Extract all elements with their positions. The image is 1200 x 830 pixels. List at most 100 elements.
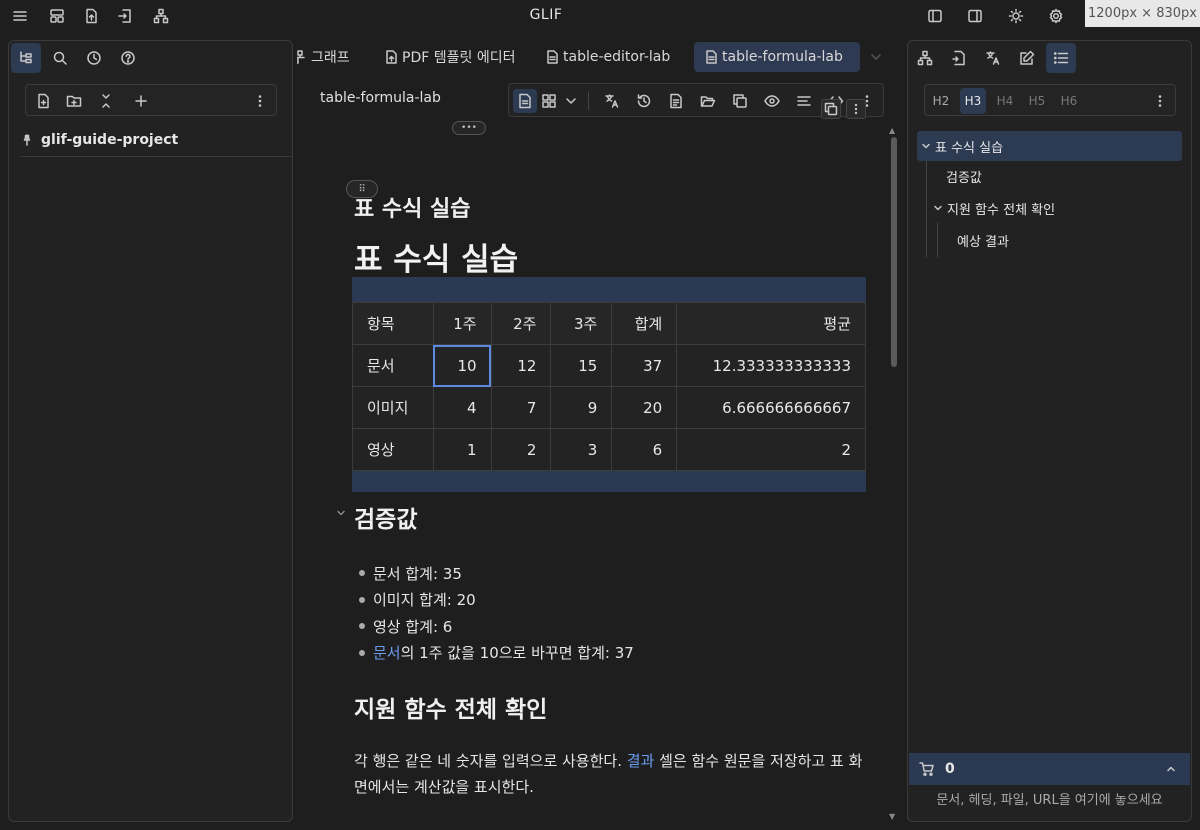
- cart-bar[interactable]: 0: [909, 753, 1190, 785]
- table-cell[interactable]: 이미지: [352, 386, 434, 429]
- outline-item-verify[interactable]: 검증값: [946, 162, 982, 190]
- scroll-down-arrow[interactable]: ▼: [889, 812, 895, 821]
- tab-graph[interactable]: 그래프: [297, 42, 360, 72]
- tab-label: table-editor-lab: [563, 49, 671, 65]
- table-header-cell[interactable]: 합계: [611, 302, 678, 345]
- list-item: 영상 합계: 6: [359, 613, 634, 640]
- table-cell[interactable]: 2: [490, 428, 552, 471]
- cart-count: 0: [945, 761, 955, 777]
- copy-block-icon[interactable]: [821, 99, 841, 119]
- table-cell[interactable]: 4: [432, 386, 492, 429]
- table-cell[interactable]: 6.666666666667: [676, 386, 866, 429]
- tab-pdf-template-editor[interactable]: PDF 템플릿 에디터: [374, 42, 525, 72]
- settings-icon[interactable]: [1046, 6, 1066, 26]
- table-header-cell[interactable]: 3주: [550, 302, 613, 345]
- block-drag-handle[interactable]: ⠿: [346, 180, 378, 198]
- file-tree-icon[interactable]: [11, 43, 41, 73]
- right-panel: H2 H3 H4 H5 H6 표 수식 실습 검증값 지원 함수 전체 확인 예…: [907, 40, 1192, 822]
- heading-level-h2[interactable]: H2: [928, 88, 954, 114]
- table-cell[interactable]: 20: [611, 386, 678, 429]
- heading-level-h4[interactable]: H4: [992, 88, 1018, 114]
- table-cell[interactable]: 7: [490, 386, 552, 429]
- more-icon[interactable]: [249, 90, 271, 112]
- translate-icon[interactable]: [600, 89, 624, 113]
- collapse-icon[interactable]: [95, 90, 117, 112]
- table-cell[interactable]: 영상: [352, 428, 434, 471]
- translate-icon[interactable]: [978, 43, 1008, 73]
- new-file-icon[interactable]: [32, 90, 54, 112]
- table-row: 이미지 4 7 9 20 6.666666666667: [352, 386, 866, 429]
- tab-table-editor-lab[interactable]: table-editor-lab: [535, 42, 680, 72]
- table-cell[interactable]: 2: [676, 428, 866, 471]
- drop-zone-hint[interactable]: 문서, 헤딩, 파일, URL을 여기에 놓으세요: [908, 789, 1191, 808]
- heading-level-h6[interactable]: H6: [1056, 88, 1082, 114]
- editor-scrollbar[interactable]: [891, 137, 897, 367]
- tab-label: 그래프: [311, 50, 350, 66]
- table-cell[interactable]: 15: [550, 344, 613, 387]
- paragraph: 각 행은 같은 네 숫자를 입력으로 사용한다. 결과 셀은 함수 원문을 저장…: [354, 748, 864, 800]
- heading-verify: 검증값: [354, 507, 418, 533]
- fold-chevron-icon[interactable]: [336, 508, 346, 518]
- table-header-cell[interactable]: 항목: [352, 302, 434, 345]
- history-icon[interactable]: [632, 89, 656, 113]
- grid-view-icon[interactable]: [537, 89, 561, 113]
- table-row: 문서 10 12 15 37 12.333333333333: [352, 344, 866, 387]
- outline-item-functions[interactable]: 지원 함수 전체 확인: [933, 194, 1055, 222]
- table-cell[interactable]: 3: [550, 428, 613, 471]
- preview-eye-icon[interactable]: [760, 89, 784, 113]
- copy-icon[interactable]: [728, 89, 752, 113]
- tab-overflow-chevron-icon[interactable]: [860, 42, 892, 72]
- heading-level-h5[interactable]: H5: [1024, 88, 1050, 114]
- table-cell[interactable]: 1: [432, 428, 492, 471]
- table-header-cell[interactable]: 평균: [676, 302, 866, 345]
- block-more-icon[interactable]: [846, 99, 866, 119]
- backlink-icon[interactable]: [944, 43, 974, 73]
- edit-icon[interactable]: [1012, 43, 1042, 73]
- outline-list-icon[interactable]: [1046, 43, 1076, 73]
- scroll-up-arrow[interactable]: ▲: [889, 126, 895, 135]
- document-view-icon[interactable]: [513, 89, 537, 113]
- project-root[interactable]: glif-guide-project: [21, 129, 293, 157]
- graph-icon[interactable]: [910, 43, 940, 73]
- right-sidebar-icon[interactable]: [965, 6, 985, 26]
- outline-label: 지원 함수 전체 확인: [947, 202, 1056, 218]
- align-icon[interactable]: [792, 89, 816, 113]
- table-cell-selected[interactable]: 10: [432, 344, 492, 387]
- help-icon[interactable]: [113, 43, 143, 73]
- pin-icon: [23, 133, 31, 146]
- view-chevron-down-icon[interactable]: [559, 89, 583, 113]
- paragraph-text: 각 행은 같은 네 숫자를 입력으로 사용한다.: [354, 752, 627, 770]
- table-cell[interactable]: 12.333333333333: [676, 344, 866, 387]
- table-cell[interactable]: 37: [611, 344, 678, 387]
- document-icon: [547, 50, 558, 64]
- table-cell[interactable]: 12: [490, 344, 552, 387]
- list-item-text: 영상 합계: 6: [373, 617, 453, 636]
- file-text-icon[interactable]: [664, 89, 688, 113]
- add-icon[interactable]: [130, 90, 152, 112]
- table-header-cell[interactable]: 1주: [432, 302, 492, 345]
- theme-icon[interactable]: [1006, 6, 1026, 26]
- tab-label: PDF 템플릿 에디터: [402, 50, 516, 66]
- chevron-down-icon: [922, 143, 930, 149]
- outline-item-expected[interactable]: 예상 결과: [957, 226, 1009, 254]
- left-sidebar-icon[interactable]: [925, 6, 945, 26]
- table-header-cell[interactable]: 2주: [490, 302, 552, 345]
- project-name: glif-guide-project: [41, 131, 179, 148]
- heading-main: 표 수식 실습: [354, 242, 519, 278]
- table-cell[interactable]: 6: [611, 428, 678, 471]
- toolbar-drag-handle[interactable]: •••: [452, 121, 486, 135]
- table-cell[interactable]: 문서: [352, 344, 434, 387]
- tab-table-formula-lab[interactable]: table-formula-lab: [694, 42, 860, 72]
- heading-level-h3[interactable]: H3: [960, 88, 986, 114]
- search-icon[interactable]: [45, 43, 75, 73]
- table-cell[interactable]: 9: [550, 386, 613, 429]
- chevron-up-icon[interactable]: [1166, 764, 1176, 774]
- more-icon[interactable]: [1147, 88, 1173, 114]
- document-link[interactable]: 문서: [373, 642, 401, 663]
- folder-open-icon[interactable]: [696, 89, 720, 113]
- history-icon[interactable]: [79, 43, 109, 73]
- outline-item-table-formula[interactable]: 표 수식 실습: [917, 131, 1182, 161]
- document-title: table-formula-lab: [320, 90, 441, 106]
- new-folder-icon[interactable]: [63, 90, 85, 112]
- result-link[interactable]: 결과: [627, 752, 655, 770]
